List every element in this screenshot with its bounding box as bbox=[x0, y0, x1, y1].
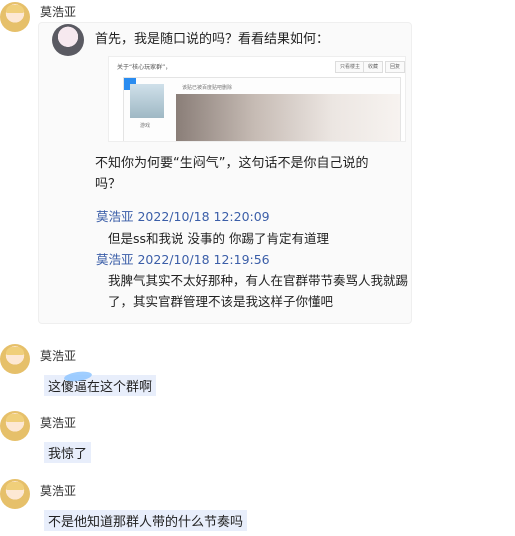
screenshot-post: 游戏 该贴已被百度贴吧删除 bbox=[123, 77, 401, 141]
quote-text: 我脾气其实不太好那种，有人在官群带节奏骂人我就踢 bbox=[108, 273, 409, 288]
screenshot-button: 收藏 bbox=[363, 61, 384, 73]
message-text: 不知你为何要“生闷气”，这句话不是你自己说的 bbox=[95, 156, 369, 171]
screenshot-photo bbox=[176, 94, 400, 141]
screenshot-title: 关于“核心玩家群”， bbox=[117, 64, 172, 71]
sender-avatar[interactable] bbox=[0, 411, 30, 441]
quote-text: 了，其实官群管理不该是我这样子你懂吧 bbox=[108, 294, 334, 309]
screenshot-note: 该贴已被百度贴吧删除 bbox=[182, 85, 233, 91]
quote-header: 莫浩亚 2022/10/18 12:20:09 bbox=[96, 209, 270, 224]
sender-name: 莫浩亚 bbox=[40, 5, 77, 19]
quote-header: 莫浩亚 2022/10/18 12:19:56 bbox=[96, 252, 270, 267]
message-text: 不是他知道那群人带的什么节奏吗 bbox=[44, 510, 248, 531]
screenshot-button: 只看楼主 bbox=[335, 61, 366, 73]
message-text: 吗？ bbox=[95, 177, 122, 192]
sender-name: 莫浩亚 bbox=[40, 349, 77, 363]
sender-avatar[interactable] bbox=[0, 479, 30, 509]
quoted-avatar bbox=[52, 24, 84, 56]
screenshot-avatar bbox=[130, 84, 164, 118]
message-text: 首先，我是随口说的吗？看看结果如何： bbox=[95, 32, 330, 47]
sender-name: 莫浩亚 bbox=[40, 416, 77, 430]
sender-name: 莫浩亚 bbox=[40, 484, 77, 498]
message-text: 这傻逼在这个群啊 bbox=[44, 375, 157, 396]
message-text: 我惊了 bbox=[44, 442, 92, 463]
sender-avatar[interactable] bbox=[0, 344, 30, 374]
embedded-screenshot[interactable]: 关于“核心玩家群”， 只看楼主 收藏 回复 游戏 该贴已被百度贴吧删除 bbox=[108, 56, 406, 142]
screenshot-tag: 游戏 bbox=[140, 123, 151, 129]
quote-text: 但是ss和我说 没事的 你踢了肯定有道理 bbox=[108, 231, 329, 246]
sender-avatar[interactable] bbox=[0, 2, 30, 32]
screenshot-button: 回复 bbox=[385, 61, 405, 73]
